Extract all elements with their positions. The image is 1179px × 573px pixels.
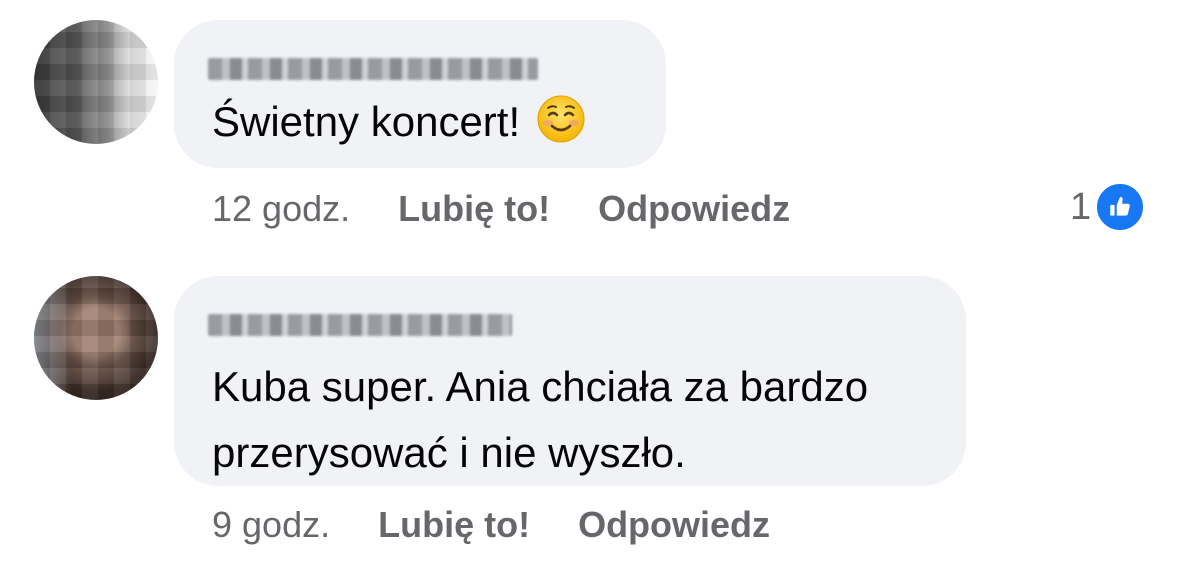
thumbs-up-icon xyxy=(1095,182,1146,232)
avatar[interactable] xyxy=(34,20,158,144)
reply-button[interactable]: Odpowiedz xyxy=(598,188,790,229)
like-button[interactable]: Lubię to! xyxy=(398,188,550,229)
comment-text: Świetny koncert! xyxy=(212,94,586,150)
comment-bubble: Kuba super. Ania chciała za bardzo przer… xyxy=(174,276,966,486)
comment-text: Kuba super. Ania chciała za bardzo przer… xyxy=(212,354,868,486)
comment-text-line: przerysować i nie wyszło. xyxy=(212,429,686,476)
like-button[interactable]: Lubię to! xyxy=(378,504,530,545)
smiling-face-emoji-icon xyxy=(537,95,585,143)
avatar[interactable] xyxy=(34,276,158,400)
comment-time[interactable]: 12 godz. xyxy=(212,188,350,229)
comment-meta: 9 godz. Lubię to! Odpowiedz xyxy=(212,504,770,546)
comment-bubble: Świetny koncert! xyxy=(174,20,666,168)
reaction-summary[interactable]: 1 xyxy=(1070,182,1146,232)
reaction-count: 1 xyxy=(1070,185,1092,228)
author-name-blurred[interactable] xyxy=(208,314,512,336)
comment-text-line: Kuba super. Ania chciała za bardzo xyxy=(212,363,869,410)
reply-button[interactable]: Odpowiedz xyxy=(578,504,770,545)
comment-meta: 12 godz. Lubię to! Odpowiedz xyxy=(212,188,790,230)
author-name-blurred[interactable] xyxy=(208,58,538,80)
comment-time[interactable]: 9 godz. xyxy=(212,504,330,545)
comment-text-content: Świetny koncert! xyxy=(212,98,521,145)
